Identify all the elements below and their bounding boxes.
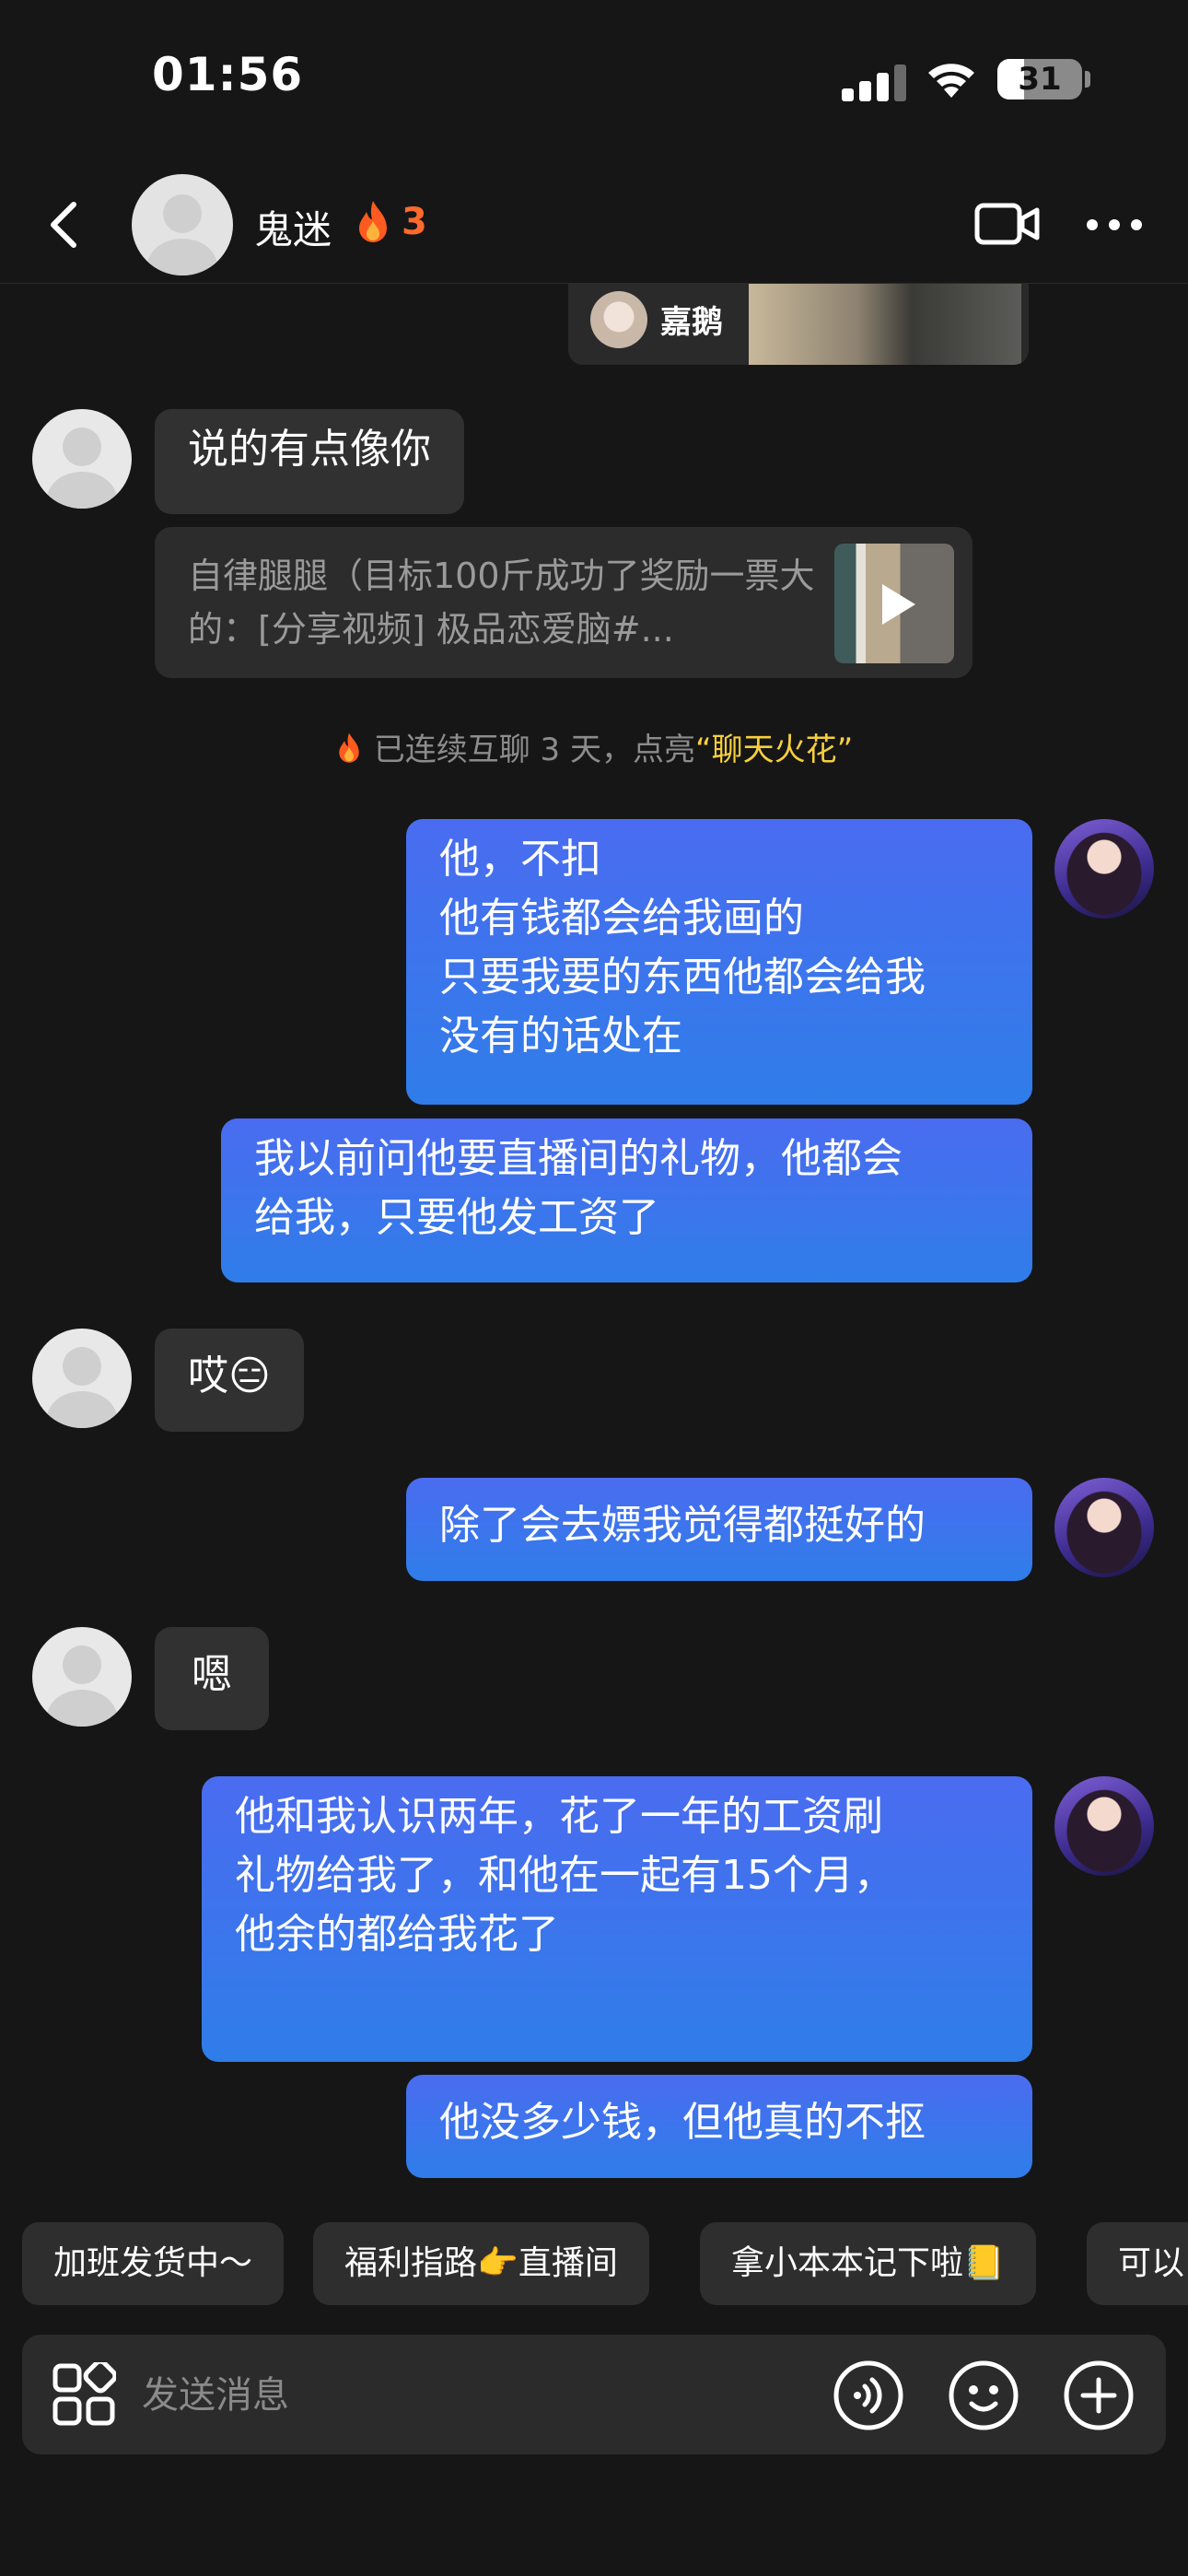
my-avatar[interactable]: [1054, 1776, 1154, 1876]
status-time: 01:56: [152, 48, 304, 101]
shared-video-thumbnail: [749, 284, 1021, 365]
back-arrow-icon[interactable]: [39, 195, 94, 254]
contact-avatar-small[interactable]: [32, 1329, 132, 1428]
quick-reply-chip[interactable]: 拿小本本记下啦📒: [700, 2222, 1036, 2305]
battery-nub: [1085, 71, 1090, 88]
video-call-icon[interactable]: [974, 201, 1041, 247]
fire-icon: [339, 732, 359, 763]
message-input-bar: 发送消息: [22, 2335, 1166, 2454]
streak-system-message: 已连续互聊 3 天，点亮“聊天火花”: [0, 724, 1188, 769]
outgoing-message[interactable]: 他和我认识两年，花了一年的工资刷 礼物给我了，和他在一起有15个月， 他余的都给…: [202, 1776, 1032, 2062]
streak-count: 3: [402, 201, 427, 243]
contact-avatar[interactable]: [132, 174, 233, 275]
shared-author-name: 嘉鹅: [660, 304, 723, 341]
shared-link-card[interactable]: 自律腿腿（目标100斤成功了奖励一票大的：[分享视频] 极品恋爱脑#...: [155, 527, 973, 678]
chat-header: 鬼迷 3: [0, 166, 1188, 284]
play-icon: [882, 584, 915, 625]
outgoing-message[interactable]: 他没多少钱，但他真的不抠: [406, 2075, 1032, 2178]
quick-reply-chip[interactable]: 福利指路👉直播间: [313, 2222, 649, 2305]
my-avatar[interactable]: [1054, 819, 1154, 919]
contact-name[interactable]: 鬼迷: [254, 199, 332, 255]
message-input[interactable]: 发送消息: [142, 2368, 823, 2423]
outgoing-message[interactable]: 他，不扣 他有钱都会给我画的 只要我要的东西他都会给我 没有的话处在: [406, 819, 1032, 1105]
battery-level: 31: [1018, 61, 1062, 98]
emoji-icon[interactable]: [948, 2359, 1019, 2431]
quick-reply-chip[interactable]: 加班发货中～: [22, 2222, 285, 2305]
system-text: 已连续互聊 3 天，点亮: [373, 732, 695, 768]
plus-icon[interactable]: [1063, 2359, 1135, 2431]
apps-grid-icon[interactable]: [52, 2362, 116, 2427]
battery-icon: 31: [997, 59, 1082, 100]
incoming-message[interactable]: 嗯: [155, 1627, 269, 1730]
shared-video-card[interactable]: 嘉鹅: [568, 284, 1029, 365]
cellular-signal-icon: [842, 61, 908, 101]
wifi-icon: [928, 64, 974, 98]
incoming-message[interactable]: 哎😑: [155, 1329, 304, 1432]
link-card-thumbnail: [834, 544, 954, 663]
contact-avatar-small[interactable]: [32, 1627, 132, 1727]
quick-reply-chip[interactable]: 可以: [1087, 2222, 1188, 2305]
outgoing-message[interactable]: 除了会去嫖我觉得都挺好的: [406, 1478, 1032, 1581]
link-card-text: 自律腿腿（目标100斤成功了奖励一票大的：[分享视频] 极品恋爱脑#...: [188, 556, 815, 650]
outgoing-message[interactable]: 我以前问他要直播间的礼物，他都会 给我，只要他发工资了: [221, 1118, 1032, 1282]
voice-icon[interactable]: [833, 2359, 904, 2431]
shared-author-avatar: [590, 291, 647, 348]
more-options-icon[interactable]: [1087, 219, 1146, 232]
fire-icon: [359, 201, 387, 242]
incoming-message[interactable]: 说的有点像你: [155, 409, 464, 514]
contact-avatar-small[interactable]: [32, 409, 132, 509]
my-avatar[interactable]: [1054, 1478, 1154, 1577]
system-highlight: “聊天火花”: [695, 732, 854, 768]
